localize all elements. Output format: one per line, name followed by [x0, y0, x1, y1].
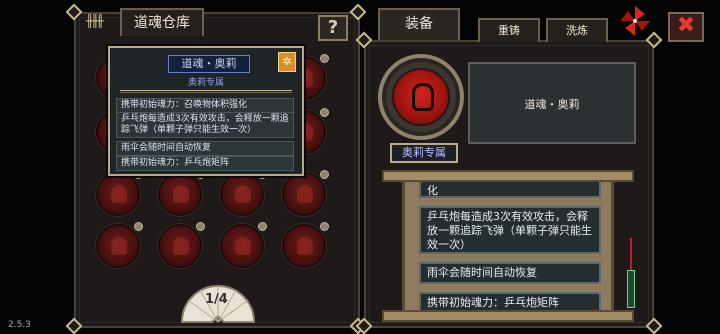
- version-label: 2.5.3: [8, 320, 31, 330]
- item-tooltip: 道魂・奥莉 ✲ 奥莉专属 携带初始魂力：召唤物体积强化 乒乓炮每造成3次有效攻击…: [108, 46, 304, 176]
- exclusive-label: 奥莉专属: [390, 143, 458, 163]
- scroll-item: 化: [419, 182, 601, 198]
- slot-badge-icon: [258, 222, 267, 231]
- tooltip-line: 乒乓炮每造成3次有效攻击，会释放一颗追踪飞弹（单颗子弹只能生效一次）: [116, 112, 294, 138]
- soul-slot[interactable]: [220, 224, 264, 268]
- tab-soul-warehouse[interactable]: 道魂仓库: [120, 8, 204, 36]
- description-scroll[interactable]: 化 乒乓炮每造成3次有效攻击，会释放一颗追踪飞弹（单颗子弹只能生效一次） 雨伞会…: [382, 170, 634, 322]
- tassel-cord: [630, 238, 632, 272]
- soul-emblem-icon: [392, 68, 450, 126]
- soul-slot[interactable]: [220, 172, 264, 216]
- equipped-soul-slot[interactable]: [378, 54, 464, 140]
- tab-equip[interactable]: 装备: [378, 8, 460, 40]
- slot-badge-icon: [196, 222, 205, 231]
- close-button[interactable]: ✖: [668, 12, 704, 42]
- slot-badge-icon: [320, 170, 329, 179]
- star-gem-icon: ✲: [278, 52, 296, 72]
- pinwheel-icon: [620, 6, 650, 36]
- scroll-item: 乒乓炮每造成3次有效攻击，会释放一颗追踪飞弹（单颗子弹只能生效一次）: [419, 206, 601, 254]
- scroll-rod-bottom: [382, 310, 634, 322]
- tooltip-line: 雨伞会随时间自动恢复: [116, 141, 294, 156]
- tooltip-title: 道魂・奥莉: [168, 55, 250, 73]
- scroll-rod-top: [382, 170, 634, 182]
- page-indicator: 1/4: [205, 292, 228, 307]
- item-name: 道魂・奥莉: [524, 98, 580, 111]
- tooltip-line: 携带初始魂力：乒乓炮矩阵: [116, 156, 294, 171]
- soul-slot[interactable]: [96, 224, 140, 268]
- scroll-body[interactable]: 化 乒乓炮每造成3次有效攻击，会释放一颗追踪飞弹（单颗子弹只能生效一次） 雨伞会…: [402, 182, 614, 316]
- help-button[interactable]: ?: [318, 15, 348, 41]
- jade-tassel-icon: [627, 270, 635, 308]
- soul-slot[interactable]: [282, 224, 326, 268]
- slot-badge-icon: [134, 222, 143, 231]
- soul-slot[interactable]: [282, 172, 326, 216]
- slot-badge-icon: [320, 222, 329, 231]
- soul-slot[interactable]: [158, 224, 202, 268]
- soul-slot[interactable]: [96, 172, 140, 216]
- tooltip-line: 携带初始魂力：召唤物体积强化: [116, 98, 294, 113]
- scroll-item: 雨伞会随时间自动恢复: [419, 262, 601, 284]
- tab-wash[interactable]: 洗炼: [546, 18, 608, 42]
- spike-ornament-icon: ╫╫╫: [86, 14, 104, 28]
- slot-badge-icon: [320, 108, 329, 117]
- slot-badge-icon: [320, 54, 329, 63]
- tab-recast[interactable]: 重铸: [478, 18, 540, 42]
- soul-slot[interactable]: [158, 172, 202, 216]
- tooltip-divider: [120, 90, 292, 93]
- tooltip-subtitle: 奥莉专属: [187, 78, 224, 88]
- item-name-box: 道魂・奥莉: [468, 62, 636, 144]
